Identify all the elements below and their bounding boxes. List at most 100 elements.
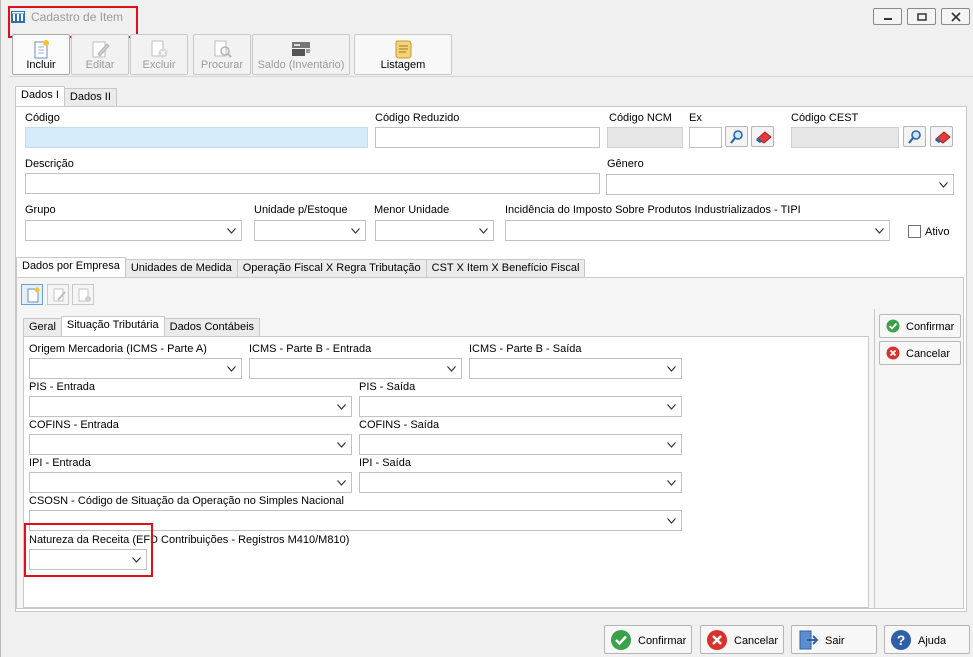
cancelar-button[interactable]: Cancelar xyxy=(700,625,784,654)
chevron-down-icon xyxy=(337,442,346,448)
excluir-button[interactable]: Excluir xyxy=(130,34,188,75)
icms-b-saida-select[interactable] xyxy=(469,358,682,379)
genero-label: Gênero xyxy=(607,158,644,170)
ipi-saida-select[interactable] xyxy=(359,472,682,493)
cancel-circle-icon xyxy=(707,630,727,650)
confirmar-label: Confirmar xyxy=(638,635,687,647)
sair-button[interactable]: Sair xyxy=(791,625,877,654)
tab-cst-item-beneficio[interactable]: CST X Item X Benefício Fiscal xyxy=(425,259,586,277)
tab-dados-contabeis[interactable]: Dados Contábeis xyxy=(163,318,261,336)
cofins-saida-select[interactable] xyxy=(359,434,682,455)
pis-saida-select[interactable] xyxy=(359,396,682,417)
edit-icon xyxy=(53,288,66,302)
codigo-label: Código xyxy=(25,112,60,124)
saldo-inventario-button[interactable]: Saldo (Inventário) xyxy=(252,34,350,75)
codigo-ncm-input[interactable] xyxy=(607,127,683,148)
chevron-down-icon xyxy=(227,366,236,372)
ativo-label: Ativo xyxy=(925,226,950,238)
cofins-entrada-select[interactable] xyxy=(29,434,352,455)
edit-empresa-button[interactable] xyxy=(47,284,69,305)
saldo-label: Saldo (Inventário) xyxy=(257,59,345,71)
editar-button[interactable]: Editar xyxy=(71,34,129,75)
procurar-label: Procurar xyxy=(200,59,244,71)
close-button[interactable] xyxy=(941,8,970,25)
chevron-down-icon xyxy=(667,404,676,410)
incluir-label: Incluir xyxy=(26,59,56,71)
codigo-cest-input[interactable] xyxy=(791,127,899,148)
side-confirmar-button[interactable]: Confirmar xyxy=(879,314,961,338)
cest-search-button[interactable] xyxy=(903,126,926,147)
listagem-button[interactable]: Listagem xyxy=(354,34,452,75)
minimize-icon xyxy=(884,18,892,20)
chevron-down-icon xyxy=(875,228,884,234)
menor-unidade-select[interactable] xyxy=(375,220,494,241)
svg-text:?: ? xyxy=(897,632,906,648)
ativo-checkbox[interactable] xyxy=(908,225,921,238)
edit-icon xyxy=(92,41,110,58)
minimize-button[interactable] xyxy=(873,8,902,25)
new-document-icon xyxy=(34,40,49,59)
chevron-down-icon xyxy=(667,442,676,448)
search-icon xyxy=(908,130,921,144)
genero-select[interactable] xyxy=(606,174,954,195)
title-bar: Cadastro de Item xyxy=(1,0,973,38)
incluir-button[interactable]: Incluir xyxy=(12,34,70,75)
pis-entrada-label: PIS - Entrada xyxy=(29,381,96,393)
help-icon: ? xyxy=(891,630,911,650)
descricao-input[interactable] xyxy=(25,173,600,194)
inventory-icon xyxy=(292,42,310,56)
codigo-reduzido-input[interactable] xyxy=(375,127,600,148)
side-confirmar-label: Confirmar xyxy=(906,321,955,333)
chevron-down-icon xyxy=(227,228,236,234)
chevron-down-icon xyxy=(351,228,360,234)
menor-unidade-label: Menor Unidade xyxy=(374,204,450,216)
ipi-entrada-select[interactable] xyxy=(29,472,352,493)
origem-select[interactable] xyxy=(29,358,242,379)
tab-operacao-fiscal[interactable]: Operação Fiscal X Regra Tributação xyxy=(236,259,427,277)
restore-button[interactable] xyxy=(907,8,936,25)
codigo-cest-label: Código CEST xyxy=(791,112,859,124)
chevron-down-icon xyxy=(337,404,346,410)
chevron-down-icon xyxy=(479,228,488,234)
scroll-list-icon xyxy=(395,40,412,59)
unidade-estoque-select[interactable] xyxy=(254,220,366,241)
cest-clear-button[interactable] xyxy=(930,126,953,147)
chevron-down-icon xyxy=(667,518,676,524)
origem-label: Origem Mercadoria (ICMS - Parte A) xyxy=(29,343,207,355)
csosn-label: CSOSN - Código de Situação da Operação n… xyxy=(29,495,344,507)
codigo-input[interactable] xyxy=(25,127,368,148)
restore-icon xyxy=(917,13,927,21)
tab-situacao-tributaria[interactable]: Situação Tributária xyxy=(60,316,165,336)
close-icon xyxy=(951,12,961,22)
side-cancelar-button[interactable]: Cancelar xyxy=(879,341,961,365)
tipi-select[interactable] xyxy=(505,220,890,241)
confirmar-button[interactable]: Confirmar xyxy=(604,625,692,654)
icms-b-entrada-select[interactable] xyxy=(249,358,462,379)
ipi-saida-label: IPI - Saída xyxy=(359,457,411,469)
add-empresa-button[interactable] xyxy=(21,284,43,305)
tab-dados-i[interactable]: Dados I xyxy=(15,86,65,106)
excluir-label: Excluir xyxy=(142,59,176,71)
cadastro-item-window: Cadastro de Item Incluir Editar Excluir … xyxy=(0,0,973,657)
procurar-button[interactable]: Procurar xyxy=(193,34,251,75)
ajuda-button[interactable]: ? Ajuda xyxy=(884,625,970,654)
unidade-estoque-label: Unidade p/Estoque xyxy=(254,204,348,216)
chevron-down-icon xyxy=(447,366,456,372)
grupo-select[interactable] xyxy=(25,220,242,241)
tipi-label: Incidência do Imposto Sobre Produtos Ind… xyxy=(505,204,801,216)
tab-dados-ii[interactable]: Dados II xyxy=(63,88,117,106)
delete-document-icon xyxy=(151,40,168,58)
chevron-down-icon xyxy=(667,366,676,372)
pis-entrada-select[interactable] xyxy=(29,396,352,417)
main-toolbar: Incluir Editar Excluir Procurar Saldo (I… xyxy=(9,32,973,77)
tab-unidades-de-medida[interactable]: Unidades de Medida xyxy=(124,259,238,277)
tab-geral[interactable]: Geral xyxy=(23,318,62,336)
tab-dados-por-empresa[interactable]: Dados por Empresa xyxy=(16,257,126,277)
delete-empresa-button[interactable] xyxy=(72,284,94,305)
check-circle-icon xyxy=(886,319,900,333)
cofins-entrada-label: COFINS - Entrada xyxy=(29,419,119,431)
ncm-clear-button[interactable] xyxy=(751,126,774,147)
ex-input[interactable] xyxy=(689,127,722,148)
ncm-search-button[interactable] xyxy=(725,126,748,147)
codigo-reduzido-label: Código Reduzido xyxy=(375,112,460,124)
